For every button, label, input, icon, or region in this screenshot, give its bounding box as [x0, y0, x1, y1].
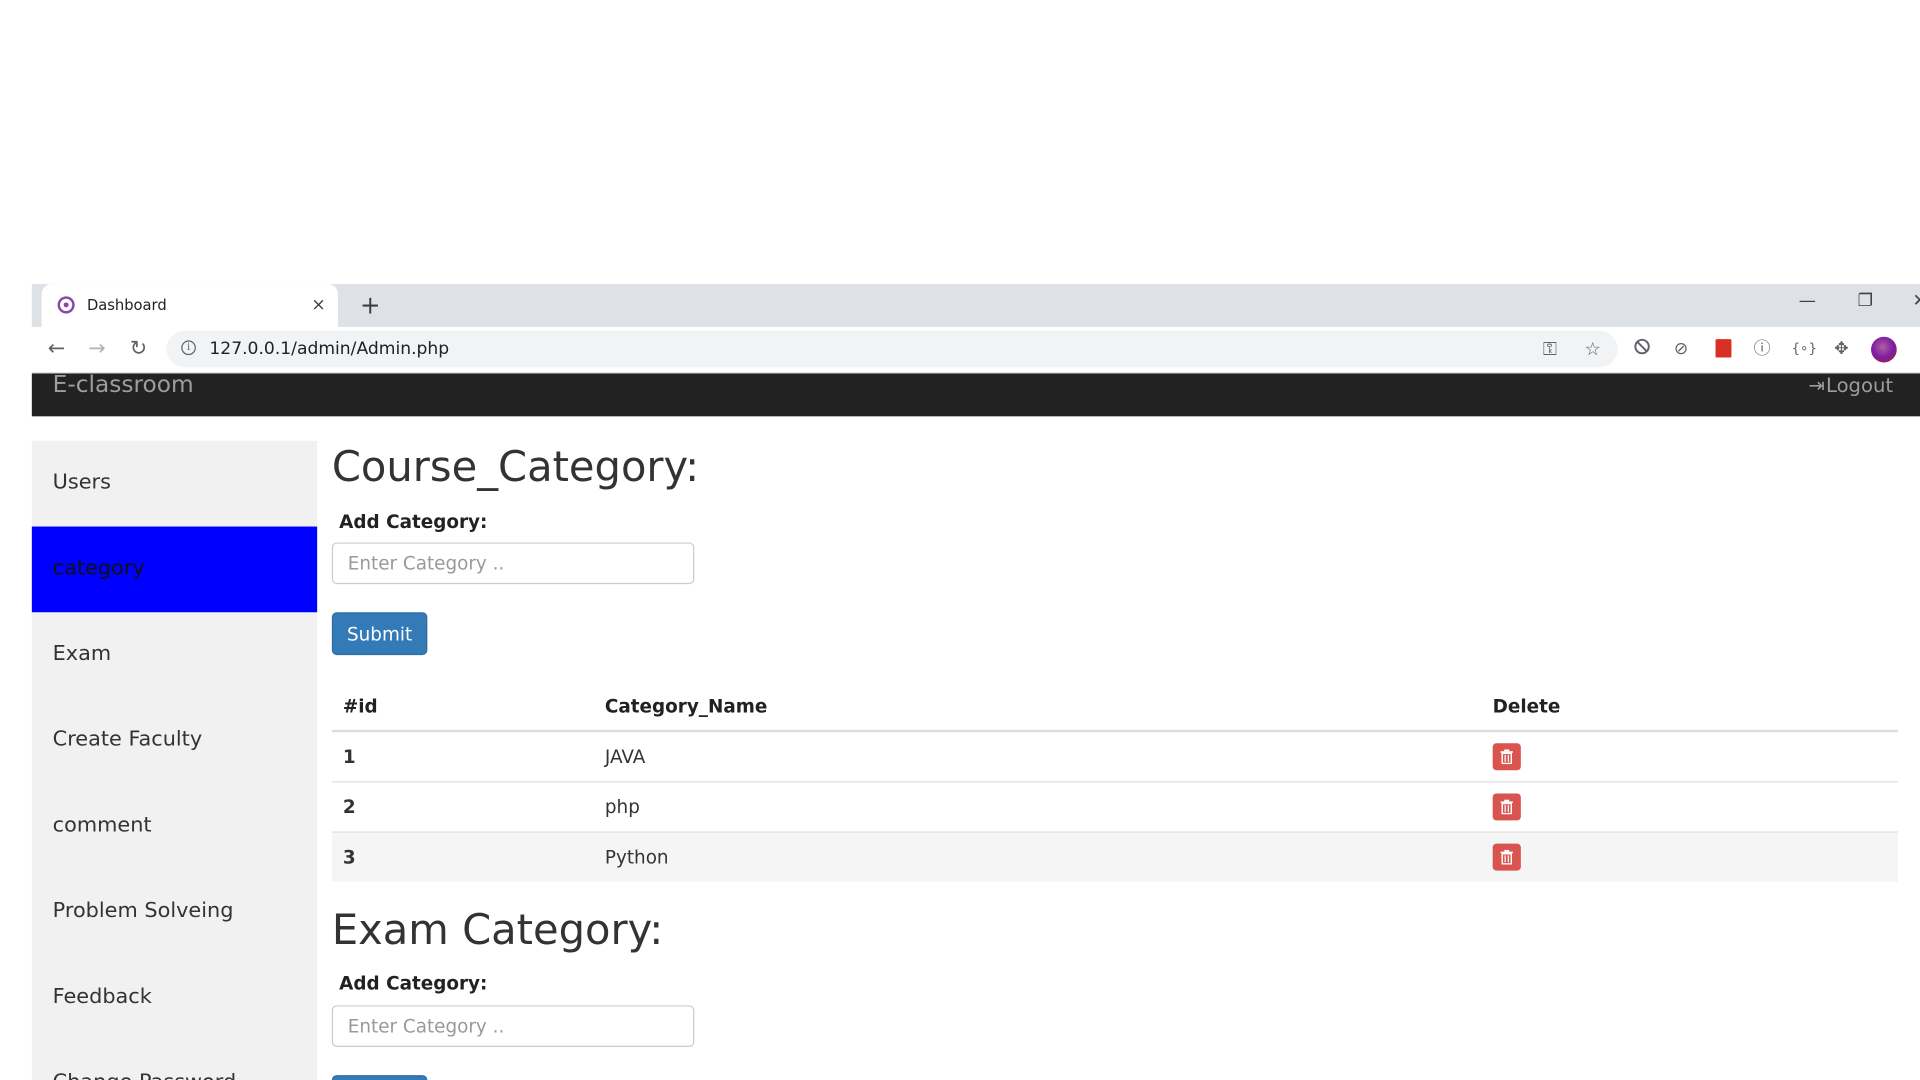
restore-icon[interactable]: ❐	[1858, 291, 1873, 311]
browser-tab-strip: Dashboard × + — ❐ ✕	[31, 284, 1920, 327]
extension-2-icon[interactable]: ⊘	[1674, 338, 1688, 360]
extension-3-icon[interactable]: ⓘ	[1753, 338, 1770, 360]
course-category-heading: Course_Category:	[331, 443, 700, 493]
course-submit-button[interactable]: Submit	[331, 612, 428, 656]
brand-logo[interactable]: E-classroom	[53, 371, 194, 398]
row-id: 2	[342, 795, 356, 818]
tab-close-icon[interactable]: ×	[311, 294, 325, 316]
sidebar-item-label: comment	[52, 813, 152, 838]
delete-button[interactable]	[1492, 843, 1521, 871]
sidebar-item-create-faculty[interactable]: Create Faculty	[32, 698, 317, 784]
logout-label: Logout	[1825, 373, 1894, 397]
logout-link[interactable]: ⇥Logout	[1808, 373, 1893, 396]
back-icon[interactable]: ←	[48, 337, 65, 361]
trash-icon	[1500, 799, 1513, 815]
sidebar-item-label: Change Password	[53, 1070, 237, 1080]
sidebar-item-change-password[interactable]: Change Password	[32, 1041, 317, 1080]
url-text: 127.0.0.1/admin/Admin.php	[209, 339, 450, 359]
browser-toolbar: ← → ↻ i 127.0.0.1/admin/Admin.php ⚿ ☆ ⊘ …	[31, 326, 1920, 374]
sidebar-item-exam[interactable]: Exam	[32, 612, 317, 698]
browser-tab[interactable]: Dashboard ×	[41, 284, 338, 327]
column-header-category-name: Category_Name	[604, 695, 768, 718]
reload-icon[interactable]: ↻	[130, 337, 147, 361]
sidebar-item-label: Users	[52, 470, 111, 495]
trash-icon	[1500, 749, 1513, 765]
puzzle-extension-icon[interactable]: ✥	[1834, 338, 1848, 360]
block-extension-icon[interactable]	[1633, 338, 1650, 361]
sidebar-item-label: Feedback	[52, 984, 152, 1009]
sidebar-item-users[interactable]: Users	[32, 441, 317, 527]
extension-4-icon[interactable]: {∘}	[1791, 338, 1817, 360]
logout-icon: ⇥	[1808, 373, 1825, 397]
delete-button[interactable]	[1492, 793, 1521, 821]
sidebar-item-category[interactable]: category	[31, 526, 318, 613]
column-header-id: #id	[342, 695, 378, 718]
site-favicon-icon	[57, 296, 75, 314]
course-category-table: #id Category_Name Delete 1 JAVA 2 php 3	[331, 683, 1898, 882]
row-category-name: JAVA	[604, 745, 646, 768]
app-navbar: E-classroom ⇥Logout	[31, 371, 1920, 417]
minimize-icon[interactable]: —	[1799, 291, 1816, 311]
bookmark-star-icon[interactable]: ☆	[1585, 338, 1601, 360]
exam-add-category-label: Add Category:	[339, 972, 488, 995]
table-row: 3 Python	[331, 832, 1898, 882]
key-icon[interactable]: ⚿	[1543, 338, 1557, 360]
profile-avatar[interactable]	[1871, 336, 1897, 363]
sidebar-item-label: category	[52, 555, 145, 581]
row-id: 1	[342, 745, 356, 768]
table-row: 1 JAVA	[331, 732, 1898, 783]
column-header-delete: Delete	[1492, 695, 1561, 718]
table-row: 2 php	[331, 782, 1898, 833]
trash-icon	[1500, 849, 1513, 865]
course-add-category-label: Add Category:	[339, 510, 488, 533]
book-extension-icon[interactable]	[1715, 339, 1732, 358]
site-info-icon[interactable]: i	[181, 340, 196, 356]
exam-submit-button[interactable]	[331, 1075, 428, 1080]
table-header-row: #id Category_Name Delete	[331, 683, 1898, 733]
address-bar[interactable]: i 127.0.0.1/admin/Admin.php ⚿ ☆	[166, 330, 1618, 368]
exam-category-heading: Exam Category:	[331, 906, 664, 956]
new-tab-icon[interactable]: +	[360, 290, 381, 319]
forward-icon[interactable]: →	[88, 337, 105, 361]
delete-button[interactable]	[1492, 743, 1521, 771]
sidebar-item-problem-solving[interactable]: Problem Solveing	[32, 869, 317, 955]
course-category-input[interactable]	[331, 542, 695, 585]
exam-category-input[interactable]	[331, 1005, 695, 1047]
tab-title: Dashboard	[86, 296, 167, 314]
sidebar: Users category Exam Create Faculty comme…	[31, 440, 318, 1080]
sidebar-item-label: Exam	[52, 641, 112, 667]
row-id: 3	[342, 846, 356, 869]
sidebar-item-label: Problem Solveing	[52, 898, 234, 924]
sidebar-item-comment[interactable]: comment	[32, 784, 317, 870]
row-category-name: php	[604, 795, 640, 818]
row-category-name: Python	[604, 846, 669, 869]
window-close-icon[interactable]: ✕	[1913, 291, 1920, 311]
sidebar-item-feedback[interactable]: Feedback	[32, 955, 317, 1041]
sidebar-item-label: Create Faculty	[52, 727, 203, 752]
